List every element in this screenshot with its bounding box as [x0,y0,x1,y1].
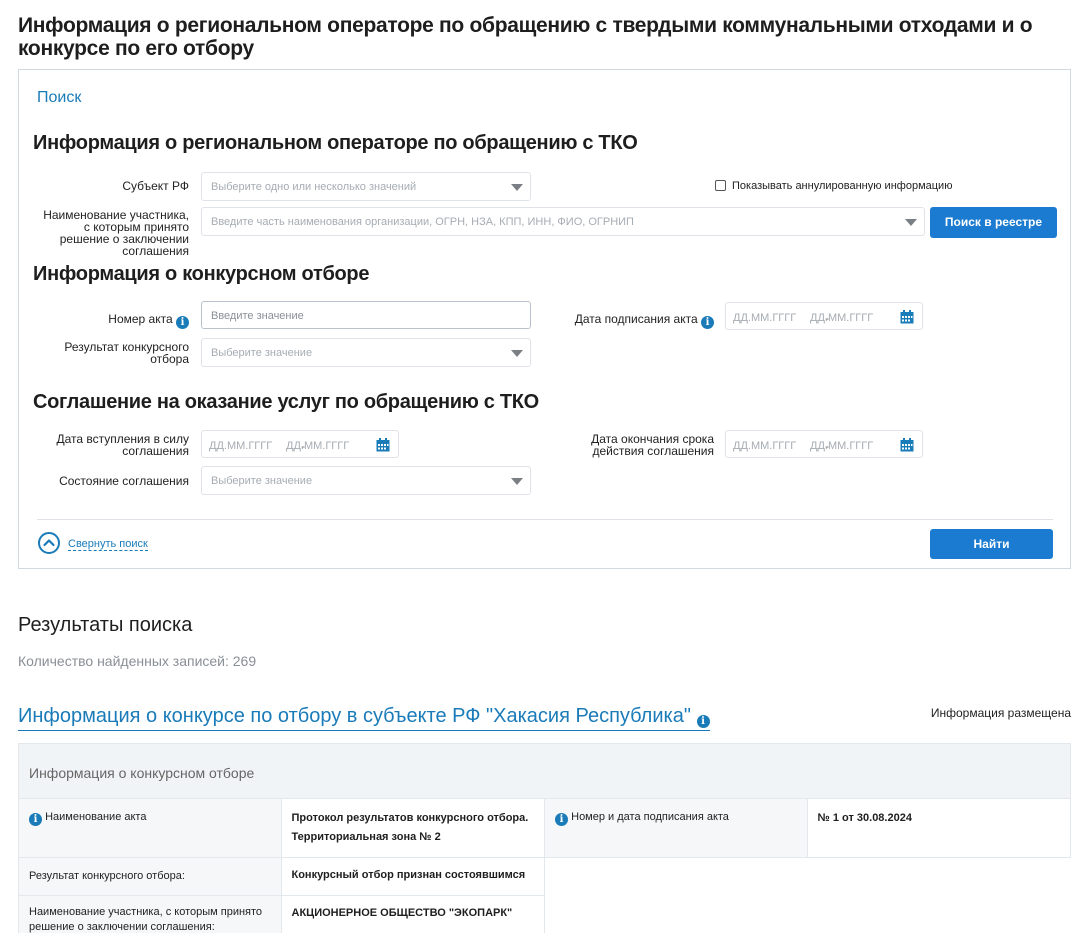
act-date-label: Дата подписания акта i [559,313,714,329]
section-competition-heading: Информация о конкурсном отборе [33,263,370,285]
end-date-range[interactable]: ДД.ММ.ГГГГ - ДД.ММ.ГГГГ [725,430,923,458]
find-button[interactable]: Найти [930,529,1053,559]
act-name-label: Наименование акта [45,811,147,823]
result-card: Информация о конкурсном отборе i Наимено… [18,743,1072,933]
chevron-down-icon [905,219,917,226]
chevron-up-circle-icon[interactable] [38,532,60,554]
act-date-to[interactable]: ДД.ММ.ГГГГ [810,312,873,324]
result-item-status: Информация размещена [930,706,1071,720]
subject-select[interactable]: Выберите одно или несколько значений [201,172,531,201]
results-count: Количество найденных записей: 269 [18,653,257,669]
info-icon[interactable]: i [176,316,189,329]
state-label: Состояние соглашения [59,474,189,488]
info-icon[interactable]: i [696,715,710,728]
page-title: Информация о региональном операторе по о… [18,14,1033,60]
effective-date-to[interactable]: ДД.ММ.ГГГГ [286,440,349,452]
result-item-title[interactable]: Информация о конкурсе по отбору в субъек… [18,705,710,731]
act-num-date-value: № 1 от 30.08.2024 [806,798,1072,858]
participant-placeholder: Введите часть наименования организации, … [211,216,634,228]
effective-date-range[interactable]: ДД.ММ.ГГГГ - ДД.ММ.ГГГГ [201,430,399,458]
divider [37,519,1053,520]
empty-cell [545,858,1071,896]
end-date-label: Дата окончания срока действия соглашения [591,432,714,458]
chevron-down-icon [511,350,523,357]
subject-placeholder: Выберите одно или несколько значений [211,181,417,193]
collapse-search-link[interactable]: Свернуть поиск [68,538,148,551]
act-date-from[interactable]: ДД.ММ.ГГГГ [733,312,796,324]
result-value: Конкурсный отбор признан состоявшимся [280,857,546,896]
result-select[interactable]: Выберите значение [201,338,531,367]
act-num-date-label: Номер и дата подписания акта [571,811,729,823]
calendar-icon[interactable] [376,438,390,452]
section-operator-heading: Информация о региональном операторе по о… [33,132,638,154]
result-label: Результат конкурсного отбора [64,340,189,366]
registry-search-button[interactable]: Поиск в реестре [930,207,1057,238]
search-panel: Поиск Информация о региональном оператор… [18,69,1071,569]
state-placeholder: Выберите значение [211,475,313,487]
participant-label: Наименование участника, с которым принят… [43,208,189,258]
effective-date-label: Дата вступления в силу соглашения [56,432,189,458]
calendar-icon[interactable] [900,438,914,452]
info-icon[interactable]: i [29,813,42,826]
subject-label: Субъект РФ [122,179,189,193]
search-tab[interactable]: Поиск [37,89,81,107]
end-date-to[interactable]: ДД.ММ.ГГГГ [810,440,873,452]
show-annulled-checkbox[interactable] [715,180,726,191]
info-icon[interactable]: i [701,316,714,329]
info-icon[interactable]: i [555,813,569,826]
act-number-label: Номер акта i [39,313,189,329]
end-date-from[interactable]: ДД.ММ.ГГГГ [733,440,796,452]
chevron-down-icon [511,478,523,485]
act-date-label-text: Дата подписания акта [574,312,698,326]
act-name-label-cell: i Наименование акта [18,798,282,858]
card-heading: Информация о конкурсном отборе [18,743,1071,799]
section-agreement-heading: Соглашение на оказание услуг по обращени… [33,391,539,413]
act-number-input[interactable]: Введите значение [201,301,531,329]
act-date-range[interactable]: ДД.ММ.ГГГГ - ДД.ММ.ГГГГ [725,302,923,330]
calendar-icon[interactable] [900,310,914,324]
show-annulled-label[interactable]: Показывать аннулированную информацию [732,180,952,192]
chevron-down-icon [511,184,523,191]
act-number-placeholder: Введите значение [211,310,304,322]
effective-date-from[interactable]: ДД.ММ.ГГГГ [209,440,272,452]
result-placeholder: Выберите значение [211,347,313,359]
result-item-title-text[interactable]: Информация о конкурсе по отбору в субъек… [18,705,691,727]
participant-value: АКЦИОНЕРНОЕ ОБЩЕСТВО "ЭКОПАРК" [280,895,546,933]
act-name-value: Протокол результатов конкурсного отбора.… [280,798,546,858]
empty-cell [545,896,1071,933]
results-heading: Результаты поиска [18,614,193,636]
participant-label-cell: Наименование участника, с которым принят… [18,895,282,933]
act-num-date-label-cell: i Номер и дата подписания акта [544,798,808,858]
act-number-label-text: Номер акта [108,312,173,326]
participant-select[interactable]: Введите часть наименования организации, … [201,207,925,236]
result-label-cell: Результат конкурсного отбора: [18,857,282,896]
state-select[interactable]: Выберите значение [201,466,531,495]
